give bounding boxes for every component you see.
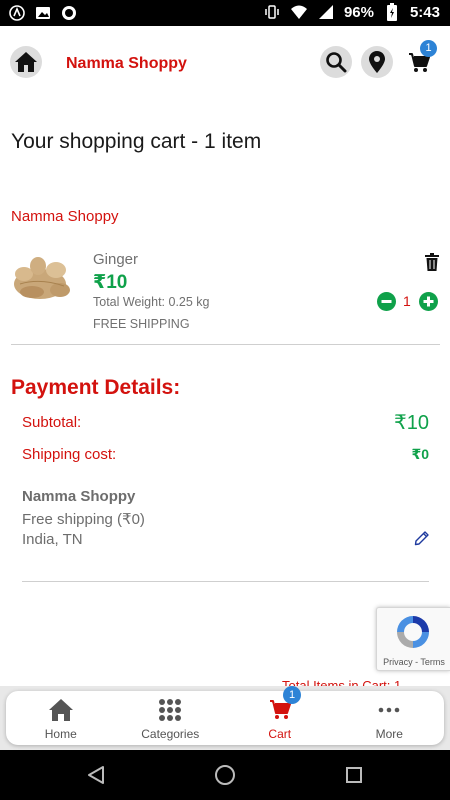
signal-icon [317, 3, 335, 21]
record-notification-icon [60, 4, 78, 22]
recaptcha-icon [397, 616, 429, 648]
wifi-icon [290, 3, 308, 21]
store-shipping-method: Free shipping (₹0) [22, 511, 145, 528]
location-pin-icon [369, 51, 385, 73]
edit-shipping-button[interactable] [414, 530, 430, 546]
nav-categories-label: Categories [141, 727, 200, 741]
more-dots-icon [376, 697, 402, 723]
nav-cart[interactable]: Cart 1 [225, 686, 335, 745]
product-price: ₹10 [93, 272, 128, 293]
product-shipping: FREE SHIPPING [93, 317, 190, 331]
shop-name[interactable]: Namma Shoppy [11, 208, 119, 225]
nav-cart-label: Cart [268, 727, 292, 741]
bottom-nav: Home Categories Cart 1 More [6, 686, 445, 745]
subtotal-value: ₹10 [394, 412, 429, 434]
shipping-cost-value: ₹0 [411, 446, 429, 462]
delete-item-button[interactable] [423, 252, 441, 272]
app-notification-icon [8, 4, 26, 22]
payment-details-title: Payment Details: [11, 376, 181, 399]
nav-home[interactable]: Home [6, 691, 116, 745]
grid-icon [157, 697, 183, 723]
search-icon [326, 52, 347, 73]
status-bar: 96% 5:43 [0, 0, 450, 26]
clock: 5:43 [409, 3, 440, 21]
home-icon [15, 52, 37, 72]
status-system: 96% 5:43 [263, 3, 440, 21]
brand-name[interactable]: Namma Shoppy [66, 55, 187, 73]
plus-circle-icon [419, 292, 438, 311]
recaptcha-badge[interactable]: Privacy - Terms [376, 607, 450, 671]
page-title: Your shopping cart - 1 item [11, 130, 262, 153]
nav-categories[interactable]: Categories [116, 691, 226, 745]
nav-home-label: Home [44, 727, 77, 741]
system-back-button[interactable] [86, 765, 106, 785]
shipping-cost-label: Shipping cost: [22, 446, 117, 463]
pencil-icon [414, 531, 429, 546]
increase-quantity-button[interactable] [419, 292, 438, 311]
recaptcha-links[interactable]: Privacy - Terms [377, 657, 450, 667]
image-notification-icon [34, 4, 52, 22]
minus-circle-icon [377, 292, 396, 311]
quantity-value: 1 [403, 293, 411, 309]
recents-square-icon [346, 767, 362, 783]
trash-icon [425, 253, 439, 271]
nav-more[interactable]: More [335, 691, 445, 745]
nav-more-label: More [375, 727, 403, 741]
status-notifications [8, 4, 78, 22]
product-name[interactable]: Ginger [93, 251, 138, 268]
app-header: Namma Shoppy 1 [0, 26, 450, 100]
back-triangle-icon [88, 766, 104, 784]
battery-charging-icon [383, 3, 401, 21]
header-home-button[interactable] [10, 46, 42, 78]
product-image-ginger[interactable] [10, 252, 74, 304]
nav-cart-badge: 1 [283, 686, 301, 704]
subtotal-label: Subtotal: [22, 414, 82, 431]
item-divider [11, 344, 440, 345]
store-name: Namma Shoppy [22, 488, 136, 505]
search-button[interactable] [320, 46, 352, 78]
product-weight: Total Weight: 0.25 kg [93, 295, 210, 309]
system-home-button[interactable] [214, 764, 236, 786]
system-recents-button[interactable] [345, 766, 363, 784]
payment-divider [22, 581, 429, 582]
home-icon [48, 697, 74, 723]
store-location: India, TN [22, 531, 83, 548]
vibrate-icon [263, 3, 281, 21]
battery-percentage: 96% [343, 3, 374, 21]
decrease-quantity-button[interactable] [377, 292, 396, 311]
cart-count-badge: 1 [420, 40, 437, 57]
location-button[interactable] [361, 46, 393, 78]
home-circle-icon [215, 765, 235, 785]
system-navigation-bar [0, 750, 450, 800]
